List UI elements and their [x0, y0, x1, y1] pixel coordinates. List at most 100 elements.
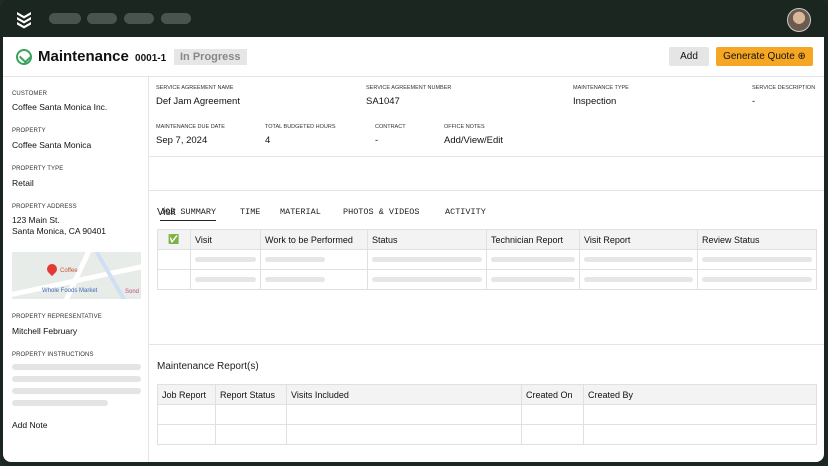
- budgeted-hours-value: 4: [265, 135, 271, 146]
- property-type-label: PROPERTY TYPE: [12, 166, 64, 172]
- table-cell: [583, 424, 817, 445]
- main-app-panel: Maintenance 0001-1 In Progress Add Gener…: [3, 37, 824, 462]
- column-header-visits-included: Visits Included: [286, 384, 522, 405]
- map-label-coffee: Coffee: [60, 268, 78, 274]
- property-sidebar: CUSTOMER Coffee Santa Monica Inc. PROPER…: [3, 77, 149, 462]
- table-cell: [579, 249, 698, 270]
- column-header-visit-report: Visit Report: [579, 229, 698, 250]
- page-header: Maintenance 0001-1 In Progress Add Gener…: [3, 37, 824, 77]
- table-cell: [521, 404, 584, 425]
- divider: [149, 190, 824, 191]
- table-cell: [579, 269, 698, 290]
- add-button[interactable]: Add: [669, 47, 709, 66]
- tab-activity[interactable]: ACTIVITY: [445, 207, 486, 217]
- representative-label: PROPERTY REPRESENTATIVE: [12, 314, 102, 320]
- service-description-label: SERVICE DESCRIPTION: [752, 85, 816, 91]
- map-label-sond: Sond: [125, 289, 140, 295]
- loading-placeholder: [702, 277, 812, 282]
- page-title: Maintenance 0001-1: [38, 48, 166, 65]
- agreement-number-value: SA1047: [366, 96, 400, 107]
- app-logo-icon[interactable]: [14, 9, 34, 29]
- table-cell: [215, 424, 287, 445]
- loading-placeholder: [372, 277, 482, 282]
- column-header-report-status: Report Status: [215, 384, 287, 405]
- generate-quote-button[interactable]: Generate Quote ⊕: [716, 47, 813, 66]
- table-cell: [286, 424, 522, 445]
- column-header-review-status: Review Status: [697, 229, 817, 250]
- status-badge: In Progress: [174, 49, 247, 65]
- table-header-row: Job Report Report Status Visits Included…: [157, 384, 817, 405]
- nav-item-2[interactable]: [87, 13, 117, 24]
- nav-item-3[interactable]: [124, 13, 154, 24]
- table-cell: [367, 249, 487, 270]
- divider: [149, 156, 824, 157]
- table-row[interactable]: [157, 249, 817, 270]
- loading-placeholder: [372, 257, 482, 262]
- table-cell: [157, 269, 191, 290]
- column-header-status: Status: [367, 229, 487, 250]
- table-cell: [260, 249, 368, 270]
- table-row[interactable]: [157, 269, 817, 290]
- table-cell: [157, 249, 191, 270]
- table-header-row: ✅ Visit Work to be Performed Status Tech…: [157, 229, 817, 250]
- visit-table: ✅ Visit Work to be Performed Status Tech…: [157, 229, 817, 290]
- nav-item-1[interactable]: [49, 13, 81, 24]
- table-cell: [157, 424, 216, 445]
- nav-item-4[interactable]: [161, 13, 191, 24]
- instructions-placeholder: [12, 388, 141, 394]
- budgeted-hours-label: TOTAL BUDGETED HOURS: [265, 124, 336, 130]
- instructions-placeholder: [12, 400, 108, 406]
- table-cell: [286, 404, 522, 425]
- representative-value: Mitchell February: [12, 326, 78, 336]
- property-map[interactable]: Coffee Whole Foods Market Sond: [12, 252, 141, 299]
- tab-time[interactable]: TIME: [240, 207, 260, 217]
- address-line-2: Santa Monica, CA 90401: [12, 226, 107, 236]
- due-date-value: Sep 7, 2024: [156, 135, 208, 146]
- service-description-value: -: [752, 96, 756, 107]
- maintenance-type-value: Inspection: [573, 96, 617, 107]
- top-nav-bar: [0, 0, 828, 37]
- column-header-created-on: Created On: [521, 384, 584, 405]
- loading-placeholder: [584, 277, 693, 282]
- maintenance-reports-title: Maintenance Report(s): [157, 361, 259, 372]
- table-cell: [697, 249, 817, 270]
- table-cell: [583, 404, 817, 425]
- due-date-label: MAINTENANCE DUE DATE: [156, 124, 225, 130]
- office-notes-link[interactable]: Add/View/Edit: [444, 135, 503, 146]
- loading-placeholder: [265, 257, 325, 262]
- select-all-checkbox[interactable]: ✅: [157, 229, 191, 250]
- table-cell: [486, 249, 580, 270]
- column-header-job-report: Job Report: [157, 384, 216, 405]
- agreement-name-label: SERVICE AGREEMENT NAME: [156, 85, 234, 91]
- tab-photos-videos[interactable]: PHOTOS & VIDEOS: [343, 207, 420, 217]
- tab-material[interactable]: MATERIAL: [280, 207, 321, 217]
- table-cell: [190, 269, 261, 290]
- map-pin-icon: [44, 261, 60, 277]
- customer-link[interactable]: Coffee Santa Monica Inc.: [12, 101, 107, 113]
- column-header-technician-report: Technician Report: [486, 229, 580, 250]
- loading-placeholder: [702, 257, 812, 262]
- instructions-label: PROPERTY INSTRUCTIONS: [12, 352, 94, 358]
- office-notes-label: OFFICE NOTES: [444, 124, 485, 130]
- main-content: SERVICE AGREEMENT NAME Def Jam Agreement…: [149, 77, 824, 462]
- property-address-label: PROPERTY ADDRESS: [12, 204, 77, 210]
- loading-placeholder: [195, 277, 256, 282]
- contract-value: -: [375, 135, 379, 146]
- table-row[interactable]: [157, 424, 817, 445]
- maintenance-number: 0001-1: [135, 53, 167, 64]
- maintenance-type-label: MAINTENANCE TYPE: [573, 85, 629, 91]
- property-label: PROPERTY: [12, 128, 46, 134]
- table-cell: [215, 404, 287, 425]
- add-note-link[interactable]: Add Note: [12, 419, 47, 431]
- loading-placeholder: [584, 257, 693, 262]
- user-avatar[interactable]: [787, 8, 811, 32]
- customer-label: CUSTOMER: [12, 91, 48, 97]
- table-row[interactable]: [157, 404, 817, 425]
- instructions-placeholder: [12, 364, 141, 370]
- map-label-whole-foods: Whole Foods Market: [42, 288, 98, 294]
- property-type-value: Retail: [12, 178, 34, 188]
- app-frame: Maintenance 0001-1 In Progress Add Gener…: [0, 0, 828, 466]
- loading-placeholder: [491, 257, 575, 262]
- visit-section-title: Visit: [157, 207, 176, 218]
- property-link[interactable]: Coffee Santa Monica: [12, 139, 91, 151]
